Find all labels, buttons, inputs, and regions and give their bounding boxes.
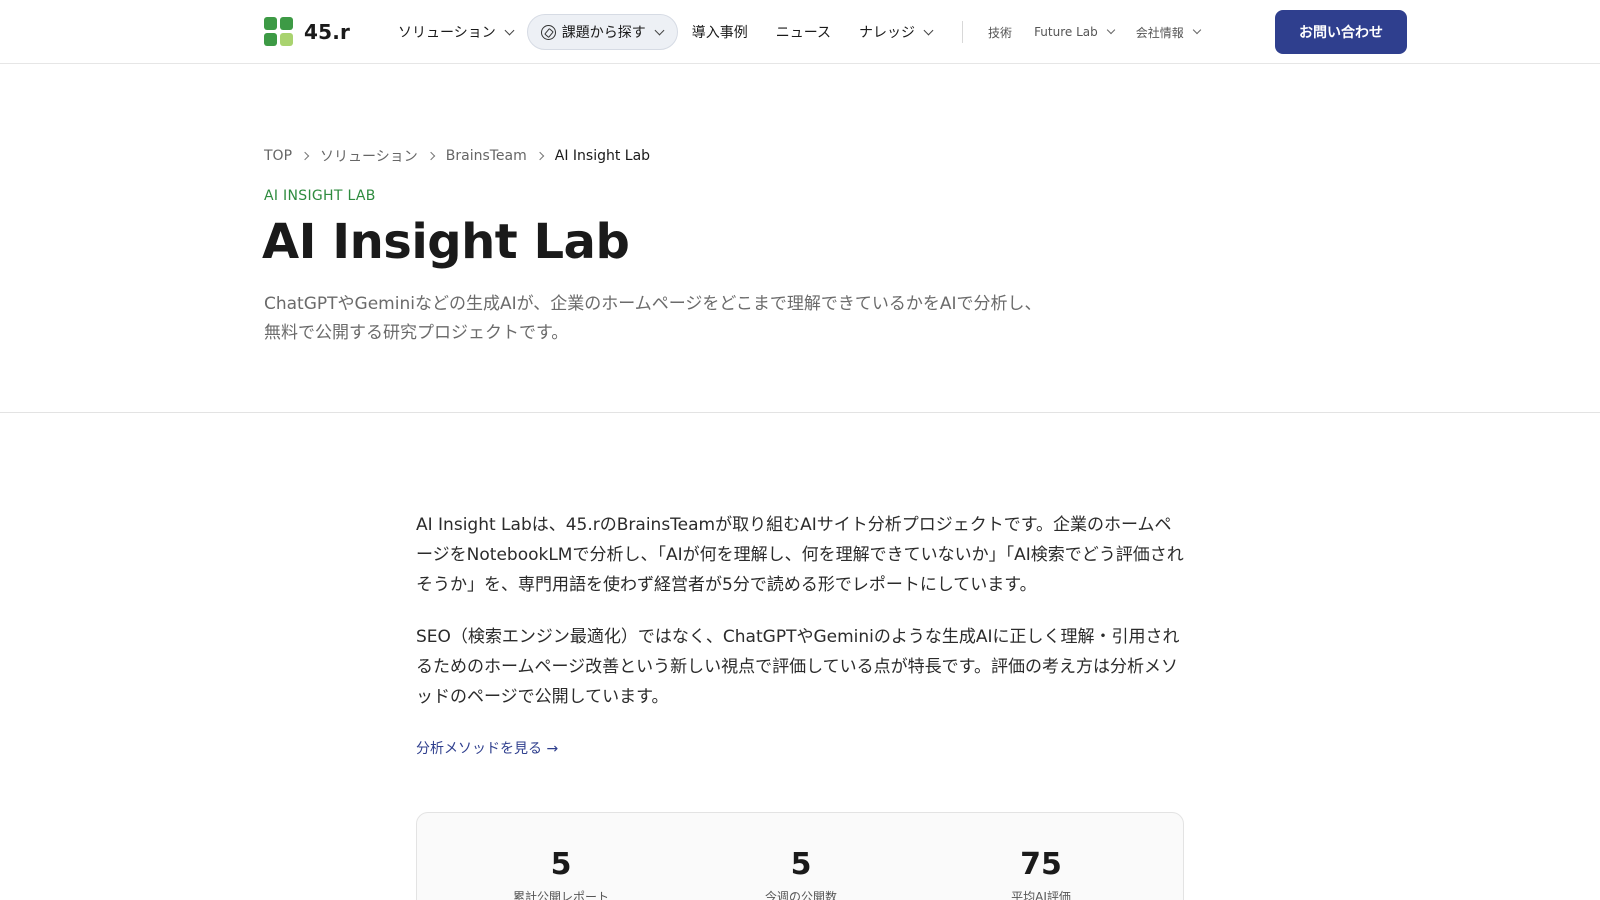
nav-item-company[interactable]: 会社情報 <box>1125 14 1211 50</box>
chevron-right-icon <box>300 151 310 161</box>
stat-value: 5 <box>550 847 572 882</box>
nav-item-technology[interactable]: 技術 <box>977 14 1023 50</box>
nav-item-label: 会社情報 <box>1135 25 1184 40</box>
stats-panel: 5 累計公開レポート 5 今週の公開数 75 平均AI評価 <box>416 812 1184 900</box>
breadcrumb-link-solutions[interactable]: ソリューション <box>320 146 418 166</box>
page-lead: ChatGPTやGeminiなどの生成AIが、企業のホームページをどこまで理解で… <box>264 294 1042 343</box>
intro-section: AI Insight Labは、45.rのBrainsTeamが取り組むAIサイ… <box>416 510 1184 758</box>
chevron-down-icon <box>1192 25 1202 35</box>
nav-item-news[interactable]: ニュース <box>762 14 845 50</box>
brand-name: 45.r <box>304 20 351 44</box>
nav-item-label: Future Lab <box>1034 25 1098 39</box>
chevron-down-icon <box>504 25 515 35</box>
chevron-down-icon <box>654 25 665 35</box>
nav-item-solutions[interactable]: ソリューション <box>384 14 527 50</box>
method-link[interactable]: 分析メソッドを見る → <box>416 738 558 758</box>
nav-item-label: 課題から探す <box>561 25 646 41</box>
contact-button[interactable]: お問い合わせ <box>1275 10 1407 54</box>
stat-label: 平均AI評価 <box>1011 890 1071 900</box>
nav-divider <box>962 21 964 43</box>
nav-item-case-studies[interactable]: 導入事例 <box>678 14 762 50</box>
breadcrumb-link-top[interactable]: TOP <box>264 148 292 164</box>
page-title: AI Insight Lab <box>262 214 630 270</box>
intro-paragraph: SEO（検索エンジン最適化）ではなく、ChatGPTやGeminiのような生成A… <box>416 627 1180 707</box>
chevron-right-icon <box>535 151 544 161</box>
nav-item-find-by-issue[interactable]: 課題から探す <box>526 14 678 50</box>
nav-item-label: ナレッジ <box>859 25 916 41</box>
stat-label: 今週の公開数 <box>764 890 837 900</box>
stat-total-reports: 5 累計公開レポート <box>481 846 641 900</box>
compass-icon <box>540 24 556 40</box>
nav-item-future-lab[interactable]: Future Lab <box>1023 14 1125 50</box>
stat-value: 75 <box>1020 847 1062 882</box>
breadcrumb: TOP ソリューション BrainsTeam AI Insight Lab <box>264 146 650 166</box>
breadcrumb-current: AI Insight Lab <box>554 148 651 164</box>
nav-item-label: 技術 <box>988 25 1013 40</box>
nav-item-label: ソリューション <box>398 25 496 41</box>
page-eyebrow: AI INSIGHT LAB <box>264 188 376 204</box>
nav-item-knowledge[interactable]: ナレッジ <box>845 14 946 50</box>
nav-item-label: 導入事例 <box>691 25 748 41</box>
breadcrumb-link-brainsteam[interactable]: BrainsTeam <box>446 148 527 164</box>
stat-label: 累計公開レポート <box>512 890 609 900</box>
chevron-down-icon <box>923 25 934 35</box>
main-nav: ソリューション 課題から探す 導入事例 ニュース ナレッジ 技術 Future … <box>384 14 1211 50</box>
stat-value: 5 <box>790 847 812 882</box>
logo-mark-icon <box>264 17 294 47</box>
stat-average-score: 75 平均AI評価 <box>961 846 1121 900</box>
chevron-down-icon <box>1106 25 1115 35</box>
site-header: 45.r ソリューション 課題から探す 導入事例 ニュース ナレッジ 技術 Fu… <box>0 0 1600 64</box>
nav-item-label: ニュース <box>775 25 832 41</box>
stat-weekly-published: 5 今週の公開数 <box>721 846 881 900</box>
chevron-right-icon <box>426 151 435 161</box>
brand-logo[interactable]: 45.r <box>264 17 350 47</box>
intro-paragraph: AI Insight Labは、45.rのBrainsTeamが取り組むAIサイ… <box>416 515 1184 595</box>
page-hero: TOP ソリューション BrainsTeam AI Insight Lab AI… <box>0 64 1600 413</box>
